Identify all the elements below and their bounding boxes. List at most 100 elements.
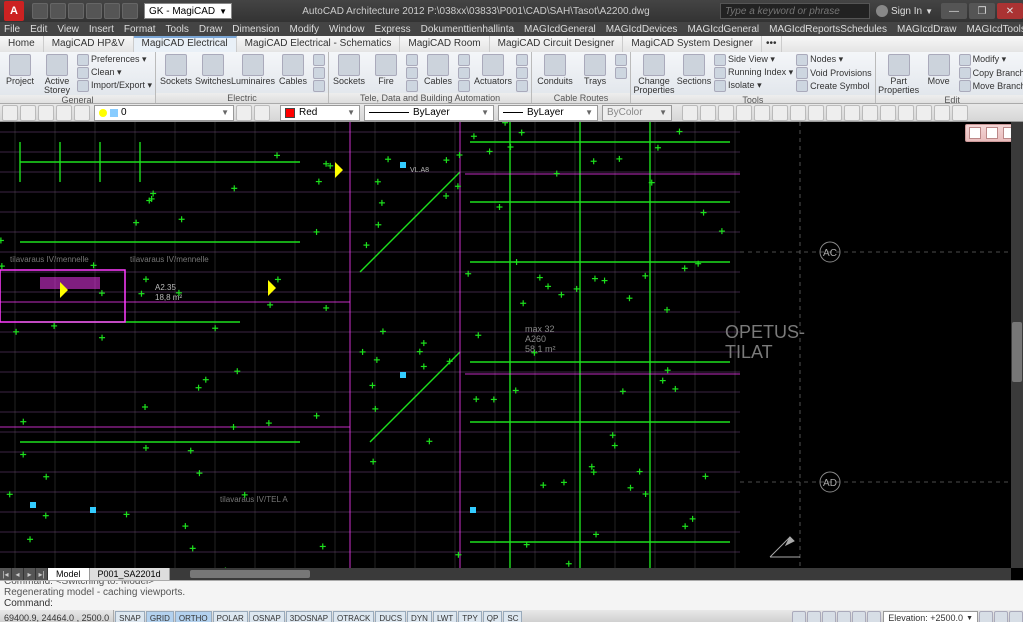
menu-item[interactable]: File [4, 24, 20, 35]
layer-tool-icon[interactable] [38, 105, 54, 121]
tool-icon[interactable] [808, 105, 824, 121]
misc-icon[interactable] [458, 54, 470, 66]
menu-item[interactable]: Insert [89, 24, 114, 35]
status-icon[interactable] [807, 611, 821, 622]
move-branch-button[interactable]: Move Branch [959, 79, 1023, 92]
toggle-otrack[interactable]: OTRACK [333, 611, 374, 622]
status-icon[interactable] [852, 611, 866, 622]
tool-icon[interactable] [916, 105, 932, 121]
misc-icon[interactable] [516, 67, 528, 79]
status-icon[interactable] [822, 611, 836, 622]
active-storey-button[interactable]: Active Storey [40, 53, 74, 95]
tab-room[interactable]: MagiCAD Room [400, 36, 489, 52]
qat-new-icon[interactable] [32, 3, 48, 19]
tool-icon[interactable] [736, 105, 752, 121]
part-properties-button[interactable]: Part Properties [879, 53, 919, 95]
menu-item[interactable]: Modify [290, 24, 319, 35]
switches-button[interactable]: Switches [196, 53, 230, 86]
model-tab[interactable]: Model [48, 568, 90, 580]
toggle-lwt[interactable]: LWT [433, 611, 457, 622]
vertical-scrollbar[interactable] [1011, 122, 1023, 568]
cables-elec-button[interactable]: Cables [276, 53, 310, 86]
misc-icon[interactable] [615, 54, 627, 66]
misc-icon[interactable] [406, 80, 418, 92]
menu-item[interactable]: Tools [166, 24, 189, 35]
palette-btn[interactable] [986, 127, 998, 139]
app-logo[interactable]: A [4, 1, 24, 21]
sign-in-button[interactable]: Sign In ▼ [876, 5, 933, 17]
status-icon[interactable] [837, 611, 851, 622]
misc-icon[interactable] [516, 54, 528, 66]
linetype-combo[interactable]: ByLayer ▼ [364, 105, 494, 121]
tab-next-button[interactable]: ▸ [24, 568, 36, 580]
sections-button[interactable]: Sections [677, 53, 711, 86]
menu-item[interactable]: Edit [30, 24, 47, 35]
status-icon[interactable] [792, 611, 806, 622]
workspace-combo[interactable]: GK - MagiCAD ▼ [144, 3, 232, 19]
create-symbol-button[interactable]: Create Symbol [796, 79, 872, 92]
preferences-button[interactable]: Preferences ▾ [77, 53, 152, 66]
layer-tool-icon[interactable] [74, 105, 90, 121]
copy-branch-button[interactable]: Copy Branch [959, 66, 1023, 79]
toggle-osnap[interactable]: OSNAP [249, 611, 285, 622]
nodes-button[interactable]: Nodes ▾ [796, 53, 872, 66]
tool-icon[interactable] [754, 105, 770, 121]
command-line[interactable]: Command: <Switching to: Model> Regenerat… [0, 580, 1023, 610]
running-index-button[interactable]: Running Index ▾ [714, 66, 793, 79]
cables-tele-button[interactable]: Cables [421, 53, 455, 86]
trays-button[interactable]: Trays [578, 53, 612, 86]
tool-icon[interactable] [898, 105, 914, 121]
status-icon[interactable] [994, 611, 1008, 622]
menu-item[interactable]: Express [375, 24, 411, 35]
actuators-button[interactable]: Actuators [473, 53, 513, 86]
layer-combo[interactable]: 0 ▼ [94, 105, 234, 121]
import-export-button[interactable]: Import/Export ▾ [77, 79, 152, 92]
move-button[interactable]: Move [922, 53, 956, 86]
toggle-sc[interactable]: SC [503, 611, 522, 622]
tab-prev-button[interactable]: ◂ [12, 568, 24, 580]
palette-btn[interactable] [969, 127, 981, 139]
menu-item[interactable]: View [57, 24, 79, 35]
layer-tool-icon[interactable] [254, 105, 270, 121]
sockets-tele-button[interactable]: Sockets [332, 53, 366, 86]
tab-elec-schematics[interactable]: MagiCAD Electrical - Schematics [237, 36, 401, 52]
lineweight-combo[interactable]: ByLayer ▼ [498, 105, 598, 121]
conduits-button[interactable]: Conduits [535, 53, 575, 86]
tool-icon[interactable] [772, 105, 788, 121]
misc-icon[interactable] [406, 67, 418, 79]
tab-last-button[interactable]: ▸| [36, 568, 48, 580]
tool-icon[interactable] [682, 105, 698, 121]
scrollbar-thumb[interactable] [1012, 322, 1022, 382]
layer-tool-icon[interactable] [236, 105, 252, 121]
tool-icon[interactable] [862, 105, 878, 121]
menu-item[interactable]: MAGIcdDraw [897, 24, 956, 35]
sockets-button[interactable]: Sockets [159, 53, 193, 86]
luminaires-button[interactable]: Luminaires [233, 53, 273, 86]
modify-button[interactable]: Modify ▾ [959, 53, 1023, 66]
misc-icon[interactable] [516, 80, 528, 92]
menu-item[interactable]: MAGIcdReportsSchedules [769, 24, 887, 35]
tool-icon[interactable] [880, 105, 896, 121]
qat-undo-icon[interactable] [86, 3, 102, 19]
menu-item[interactable]: Window [329, 24, 365, 35]
qat-save-icon[interactable] [68, 3, 84, 19]
toggle-qp[interactable]: QP [483, 611, 503, 622]
tool-icon[interactable] [934, 105, 950, 121]
menu-item[interactable]: MAGIcdGeneral [687, 24, 759, 35]
menu-item[interactable]: MAGIcdTools [966, 24, 1023, 35]
tool-icon[interactable] [952, 105, 968, 121]
status-icon[interactable] [979, 611, 993, 622]
tab-hp-v[interactable]: MagiCAD HP&V [44, 36, 134, 52]
minimize-button[interactable]: — [941, 3, 967, 19]
menu-item[interactable]: MAGIcdDevices [606, 24, 678, 35]
qat-open-icon[interactable] [50, 3, 66, 19]
misc-icon[interactable] [313, 67, 325, 79]
project-button[interactable]: Project [3, 53, 37, 86]
qat-redo-icon[interactable] [104, 3, 120, 19]
toggle-tpy[interactable]: TPY [458, 611, 482, 622]
status-icon[interactable] [1009, 611, 1023, 622]
toggle-3dosnap[interactable]: 3DOSNAP [286, 611, 332, 622]
elevation-combo[interactable]: Elevation: +2500.0 ▼ [883, 611, 978, 622]
color-combo[interactable]: Red ▼ [280, 105, 360, 121]
misc-icon[interactable] [406, 54, 418, 66]
